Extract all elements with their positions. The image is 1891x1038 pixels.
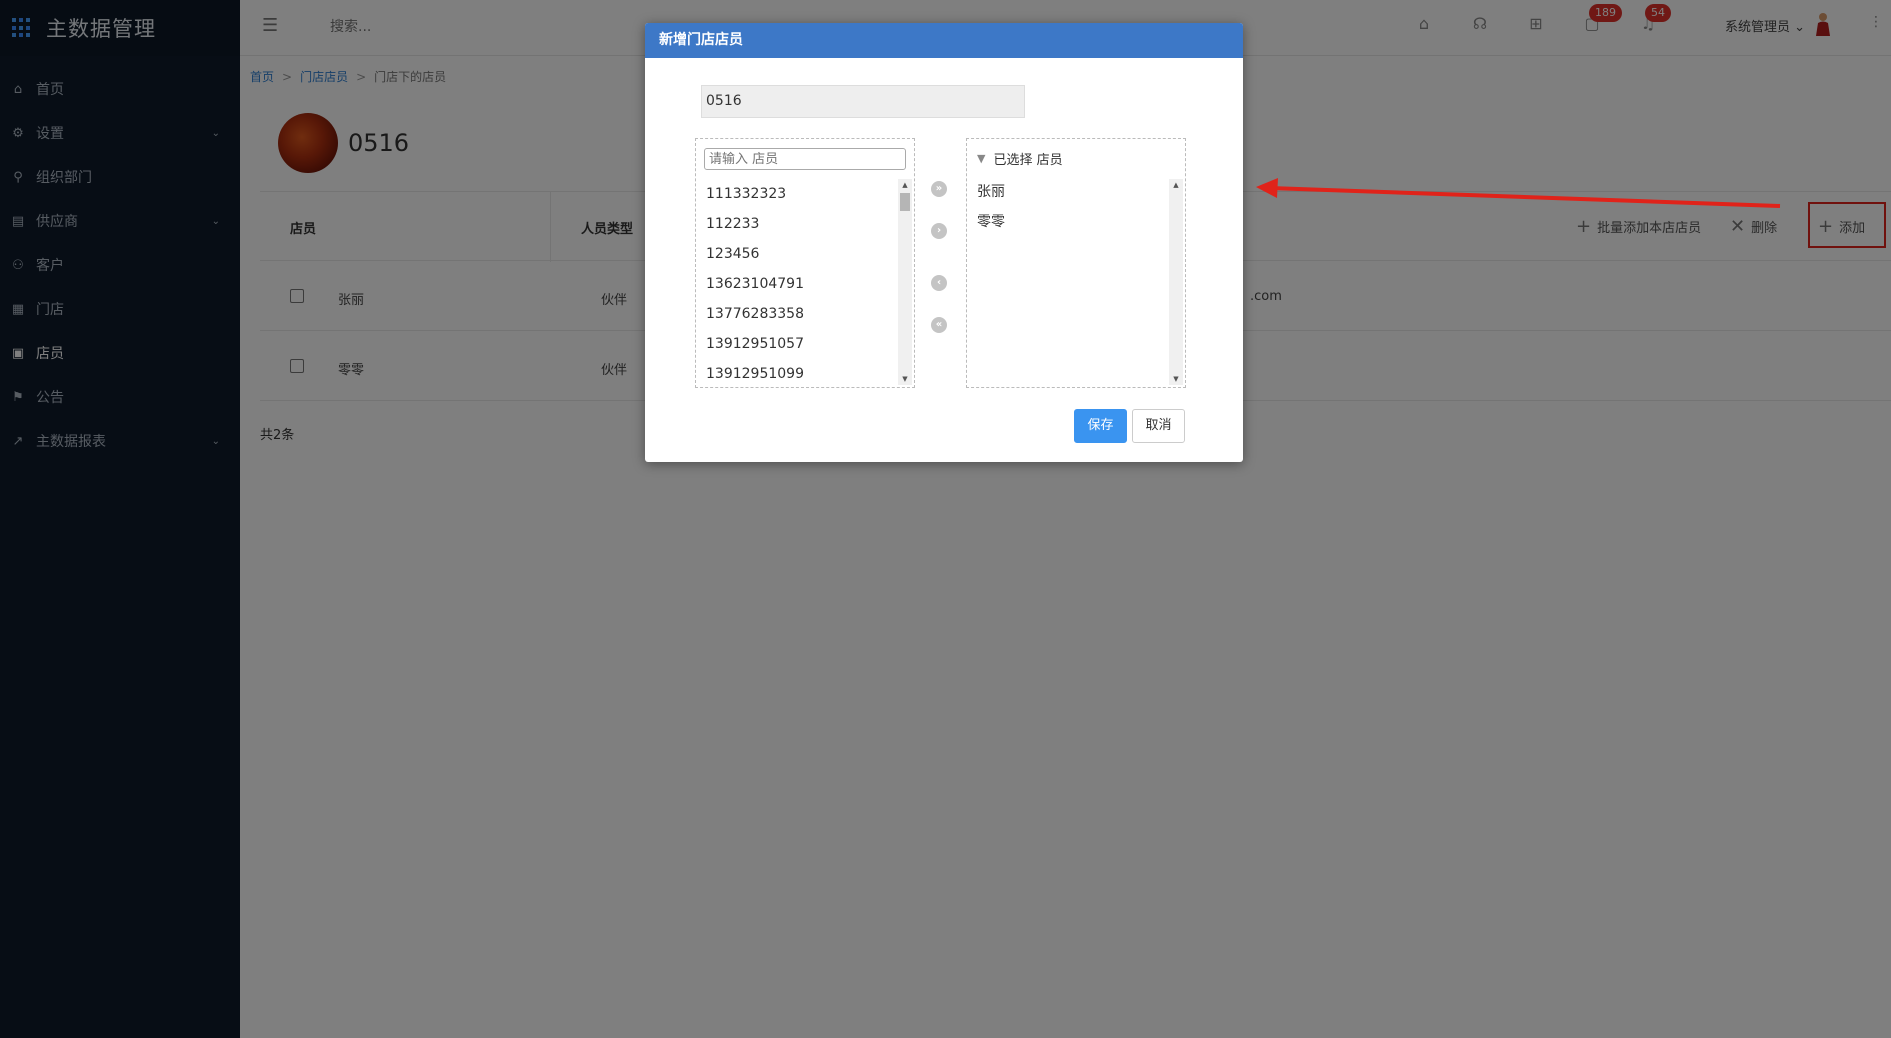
- list-item[interactable]: 13912951057: [706, 329, 896, 359]
- save-button[interactable]: 保存: [1074, 409, 1127, 443]
- scrollbar[interactable]: ▲ ▼: [1169, 179, 1183, 385]
- clerk-filter-input[interactable]: [704, 148, 906, 170]
- available-list[interactable]: 111332323 112233 123456 13623104791 1377…: [706, 179, 896, 389]
- list-item[interactable]: 111332323: [706, 179, 896, 209]
- move-all-right-button[interactable]: »: [931, 181, 947, 197]
- cancel-button[interactable]: 取消: [1132, 409, 1185, 443]
- list-item[interactable]: 张丽: [977, 177, 1167, 207]
- scroll-down-icon[interactable]: ▼: [1169, 375, 1183, 383]
- scroll-up-icon[interactable]: ▲: [1169, 181, 1183, 189]
- available-clerk-list: 111332323 112233 123456 13623104791 1377…: [695, 138, 915, 388]
- scroll-down-icon[interactable]: ▼: [898, 375, 912, 383]
- selected-list[interactable]: 张丽 零零: [977, 177, 1167, 237]
- triangle-down-icon: ▼: [977, 152, 986, 165]
- dialog-title: 新增门店店员: [645, 23, 1243, 58]
- list-item[interactable]: 13623104791: [706, 269, 896, 299]
- move-right-button[interactable]: ›: [931, 223, 947, 239]
- scrollbar[interactable]: ▲ ▼: [898, 179, 912, 385]
- add-clerk-dialog: 新增门店店员 0516 111332323 112233 123456 1362…: [645, 23, 1243, 462]
- move-left-button[interactable]: ‹: [931, 275, 947, 291]
- selected-clerk-list: ▼ 已选择 店员 张丽 零零 ▲ ▼: [966, 138, 1186, 388]
- scroll-thumb[interactable]: [900, 193, 910, 211]
- list-item[interactable]: 112233: [706, 209, 896, 239]
- list-item[interactable]: 13912951099: [706, 359, 896, 389]
- store-field: 0516: [701, 85, 1025, 118]
- move-all-left-button[interactable]: «: [931, 317, 947, 333]
- scroll-up-icon[interactable]: ▲: [898, 181, 912, 189]
- list-item[interactable]: 零零: [977, 207, 1167, 237]
- selected-group-header[interactable]: ▼ 已选择 店员: [977, 149, 1063, 168]
- list-item[interactable]: 123456: [706, 239, 896, 269]
- list-item[interactable]: 13776283358: [706, 299, 896, 329]
